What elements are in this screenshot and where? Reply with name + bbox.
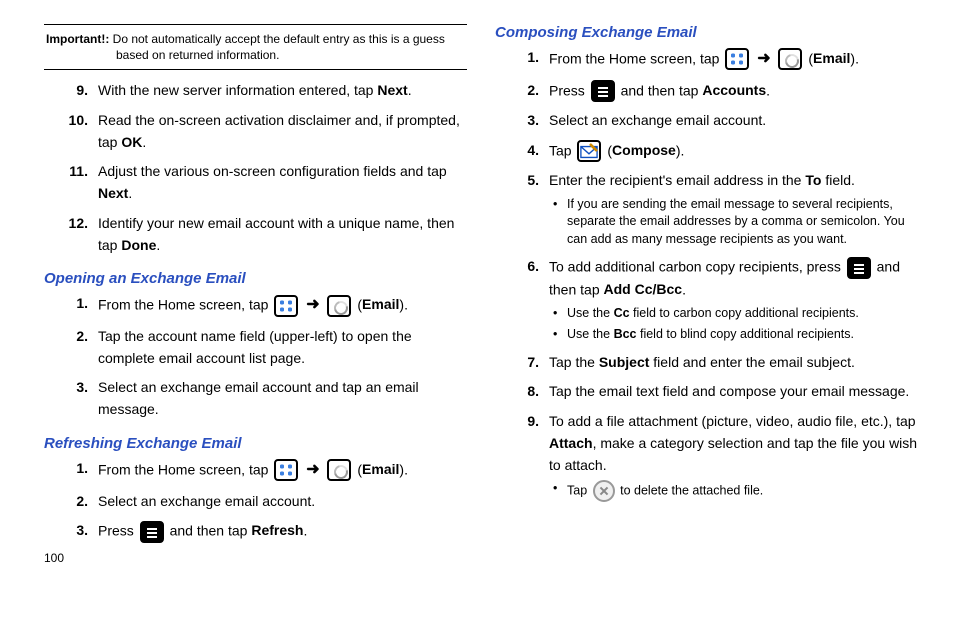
list-item: Tap the email text field and compose you… (545, 381, 918, 403)
list-item: Press and then tap Refresh. (94, 520, 467, 542)
apps-icon (274, 459, 298, 481)
sub-bullets: If you are sending the email message to … (549, 196, 918, 249)
list-item: To add a file attachment (picture, video… (545, 411, 918, 502)
left-column: Important!: Do not automatically accept … (44, 24, 467, 565)
list-item: With the new server information entered,… (94, 80, 467, 102)
bullet-item: If you are sending the email message to … (559, 196, 918, 249)
list-item: Read the on-screen activation disclaimer… (94, 110, 467, 153)
list-item: To add additional carbon copy recipients… (545, 256, 918, 344)
list-item: From the Home screen, tap ➜ (Email). (94, 293, 467, 318)
list-item: Tap (Compose). (545, 140, 918, 162)
list-item: Tap the Subject field and enter the emai… (545, 352, 918, 374)
divider (44, 69, 467, 70)
heading-composing: Composing Exchange Email (495, 24, 918, 41)
bullet-item: Use the Bcc field to blind copy addition… (559, 326, 918, 344)
important-text: Do not automatically accept the default … (109, 32, 445, 62)
menu-key-icon (140, 521, 164, 543)
refreshing-steps: From the Home screen, tap ➜ (Email). Sel… (44, 458, 467, 543)
email-app-icon (327, 459, 351, 481)
steps-continued: With the new server information entered,… (44, 80, 467, 256)
list-item: Enter the recipient's email address in t… (545, 170, 918, 248)
list-item: Select an exchange email account. (545, 110, 918, 132)
apps-icon (725, 48, 749, 70)
email-app-icon (778, 48, 802, 70)
page-number: 100 (44, 551, 467, 565)
list-item: Adjust the various on-screen configurati… (94, 161, 467, 204)
heading-refreshing: Refreshing Exchange Email (44, 435, 467, 452)
arrow-icon: ➜ (757, 47, 770, 72)
menu-key-icon (591, 80, 615, 102)
list-item: From the Home screen, tap ➜ (Email). (545, 47, 918, 72)
sub-bullets: Use the Cc field to carbon copy addition… (549, 305, 918, 344)
list-item: Select an exchange email account and tap… (94, 377, 467, 420)
list-item: Tap the account name field (upper-left) … (94, 326, 467, 369)
apps-icon (274, 295, 298, 317)
list-item: From the Home screen, tap ➜ (Email). (94, 458, 467, 483)
opening-steps: From the Home screen, tap ➜ (Email). Tap… (44, 293, 467, 421)
right-column: Composing Exchange Email From the Home s… (495, 24, 918, 565)
bullet-item: Use the Cc field to carbon copy addition… (559, 305, 918, 323)
divider (44, 24, 467, 25)
sub-bullets: Tap to delete the attached file. (549, 480, 918, 502)
menu-key-icon (847, 257, 871, 279)
page-body: Important!: Do not automatically accept … (44, 24, 918, 565)
important-label: Important!: (46, 32, 109, 46)
heading-opening: Opening an Exchange Email (44, 270, 467, 287)
list-item: Select an exchange email account. (94, 491, 467, 513)
composing-steps: From the Home screen, tap ➜ (Email). Pre… (495, 47, 918, 502)
compose-icon (577, 140, 601, 162)
bullet-item: Tap to delete the attached file. (559, 480, 918, 502)
arrow-icon: ➜ (306, 458, 319, 483)
email-app-icon (327, 295, 351, 317)
list-item: Press and then tap Accounts. (545, 80, 918, 102)
list-item: Identify your new email account with a u… (94, 213, 467, 256)
important-note: Important!: Do not automatically accept … (44, 31, 467, 63)
delete-icon (593, 480, 615, 502)
arrow-icon: ➜ (306, 293, 319, 318)
